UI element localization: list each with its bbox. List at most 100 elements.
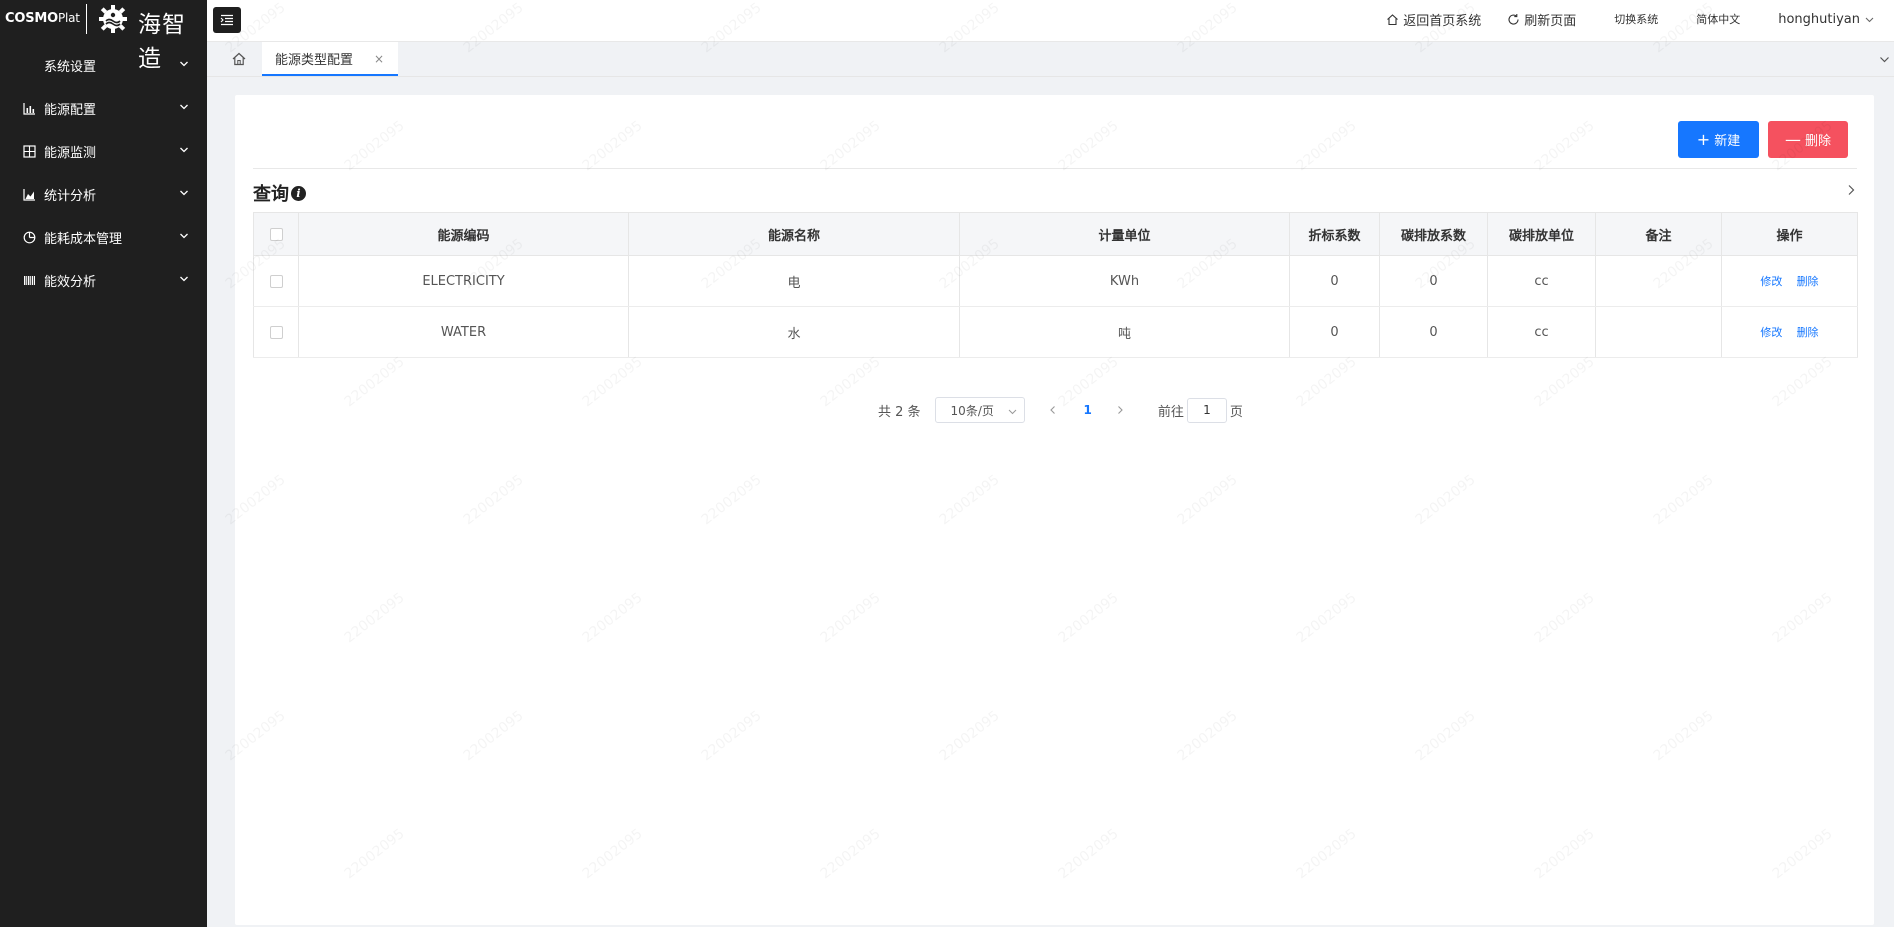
plus-icon: + bbox=[1696, 129, 1711, 149]
table-header-row: 能源编码 能源名称 计量单位 折标系数 碳排放系数 碳排放单位 备注 操作 bbox=[253, 212, 1858, 256]
area-chart-icon bbox=[22, 188, 36, 202]
menu-fold-icon bbox=[220, 14, 233, 26]
delete-link[interactable]: 删除 bbox=[1797, 275, 1819, 288]
pagination: 共 2 条 10条/页 1 前往 1 页 bbox=[878, 397, 1243, 423]
row-checkbox[interactable] bbox=[269, 325, 283, 339]
edit-link[interactable]: 修改 bbox=[1760, 275, 1782, 288]
divider bbox=[253, 168, 1857, 169]
chevron-down-icon bbox=[180, 276, 188, 282]
total-count: 共 2 条 bbox=[878, 404, 921, 420]
row-select-cell bbox=[253, 255, 299, 307]
column-header: 计量单位 bbox=[959, 212, 1290, 256]
chevron-right-icon[interactable] bbox=[1846, 184, 1856, 196]
cell-std-coef: 0 bbox=[1289, 306, 1380, 358]
sidebar: COSMOPlat 海智造 系统设置 能源配置 能源监测 统计分析 能耗成本管理… bbox=[0, 0, 207, 927]
new-button[interactable]: + 新建 bbox=[1678, 121, 1759, 158]
barcode-icon bbox=[22, 274, 36, 288]
row-checkbox[interactable] bbox=[269, 274, 283, 288]
cell-remark bbox=[1595, 306, 1722, 358]
new-button-label: 新建 bbox=[1714, 134, 1741, 149]
prev-page-icon[interactable] bbox=[1048, 405, 1058, 415]
chevron-down-icon bbox=[180, 104, 188, 110]
column-header: 折标系数 bbox=[1289, 212, 1380, 256]
grid-panel-icon bbox=[22, 145, 36, 159]
edit-link[interactable]: 修改 bbox=[1760, 326, 1782, 339]
sidebar-item-cost-management[interactable]: 能耗成本管理 bbox=[0, 216, 207, 259]
cosmoplat-logo: COSMOPlat bbox=[5, 11, 80, 26]
refresh-label: 刷新页面 bbox=[1524, 13, 1577, 29]
chevron-down-icon bbox=[1865, 17, 1874, 22]
top-header: 返回首页系统 刷新页面 切换系统 简体中文 honghutiyan bbox=[207, 0, 1894, 42]
table-row: WATER 水 吨 0 0 cc 修改 删除 bbox=[253, 306, 1858, 358]
cell-carbon-coef: 0 bbox=[1379, 306, 1488, 358]
logo-divider bbox=[86, 4, 87, 34]
cell-actions: 修改 删除 bbox=[1721, 306, 1858, 358]
tab-energy-type-config[interactable]: 能源类型配置 × bbox=[262, 42, 398, 76]
switch-system-button[interactable]: 切换系统 bbox=[1614, 11, 1658, 27]
row-select-cell bbox=[253, 306, 299, 358]
cell-std-coef: 0 bbox=[1289, 255, 1380, 307]
user-menu[interactable]: honghutiyan bbox=[1778, 12, 1874, 27]
cell-unit: KWh bbox=[959, 255, 1290, 307]
query-title-text: 查询 bbox=[253, 184, 289, 205]
column-header: 操作 bbox=[1721, 212, 1858, 256]
delete-button[interactable]: — 删除 bbox=[1768, 121, 1848, 158]
bar-chart-icon bbox=[22, 102, 36, 116]
chevron-down-icon bbox=[1008, 409, 1016, 415]
main-card: + 新建 — 删除 查询 i 能源编码 能源名称 计量单位 折标系数 碳排放系数… bbox=[235, 95, 1874, 925]
page-suffix: 页 bbox=[1229, 404, 1243, 420]
sidebar-item-energy-config[interactable]: 能源配置 bbox=[0, 87, 207, 130]
pie-chart-icon bbox=[22, 231, 36, 245]
username: honghutiyan bbox=[1778, 11, 1860, 27]
chevron-down-icon bbox=[180, 233, 188, 239]
goto-page-input[interactable]: 1 bbox=[1186, 397, 1227, 423]
column-header: 能源名称 bbox=[628, 212, 960, 256]
tabs-bar: 能源类型配置 × bbox=[207, 42, 1894, 77]
column-header: 碳排放单位 bbox=[1487, 212, 1596, 256]
sidebar-item-system-settings[interactable]: 系统设置 bbox=[0, 44, 207, 87]
cell-remark bbox=[1595, 255, 1722, 307]
sidebar-item-statistics[interactable]: 统计分析 bbox=[0, 173, 207, 216]
refresh-page-button[interactable]: 刷新页面 bbox=[1507, 10, 1576, 29]
next-page-icon[interactable] bbox=[1115, 405, 1125, 415]
cell-code: ELECTRICITY bbox=[298, 255, 629, 307]
minus-icon: — bbox=[1784, 129, 1801, 149]
cell-actions: 修改 删除 bbox=[1721, 255, 1858, 307]
chevron-down-icon bbox=[180, 147, 188, 153]
cell-carbon-unit: cc bbox=[1487, 306, 1596, 358]
header-actions: 返回首页系统 刷新页面 切换系统 简体中文 honghutiyan bbox=[1360, 0, 1874, 38]
logo-cosmo-text: COSMO bbox=[5, 11, 58, 26]
sidebar-collapse-button[interactable] bbox=[213, 7, 241, 33]
page-size-value: 10条/页 bbox=[950, 403, 994, 418]
sidebar-item-efficiency[interactable]: 能效分析 bbox=[0, 259, 207, 302]
delete-button-label: 删除 bbox=[1804, 134, 1831, 149]
select-all-checkbox[interactable] bbox=[269, 227, 283, 241]
column-header: 能源编码 bbox=[298, 212, 629, 256]
cell-name: 电 bbox=[628, 255, 960, 307]
column-header: 备注 bbox=[1595, 212, 1722, 256]
gear-logo-icon bbox=[99, 5, 127, 33]
energy-type-table: 能源编码 能源名称 计量单位 折标系数 碳排放系数 碳排放单位 备注 操作 EL… bbox=[253, 212, 1858, 358]
tab-close-icon[interactable]: × bbox=[374, 52, 384, 66]
back-home-label: 返回首页系统 bbox=[1403, 13, 1482, 29]
chevron-down-icon bbox=[180, 61, 188, 67]
chevron-down-icon bbox=[180, 190, 188, 196]
tab-label: 能源类型配置 bbox=[275, 52, 354, 68]
home-icon bbox=[1387, 13, 1399, 25]
delete-link[interactable]: 删除 bbox=[1797, 326, 1819, 339]
cell-name: 水 bbox=[628, 306, 960, 358]
home-tab-icon[interactable] bbox=[231, 51, 247, 67]
column-header: 碳排放系数 bbox=[1379, 212, 1488, 256]
page-size-select[interactable]: 10条/页 bbox=[934, 397, 1025, 423]
language-label: 简体中文 bbox=[1696, 13, 1741, 26]
language-select[interactable]: 简体中文 bbox=[1696, 11, 1740, 27]
cell-carbon-unit: cc bbox=[1487, 255, 1596, 307]
page-number-current[interactable]: 1 bbox=[1084, 403, 1092, 417]
back-home-button[interactable]: 返回首页系统 bbox=[1386, 10, 1481, 29]
select-all-cell bbox=[253, 212, 299, 256]
cell-code: WATER bbox=[298, 306, 629, 358]
logo: COSMOPlat 海智造 bbox=[0, 0, 207, 72]
sidebar-item-energy-monitor[interactable]: 能源监测 bbox=[0, 130, 207, 173]
query-section-title: 查询 i bbox=[253, 180, 306, 206]
chevron-down-icon[interactable] bbox=[1879, 54, 1890, 65]
